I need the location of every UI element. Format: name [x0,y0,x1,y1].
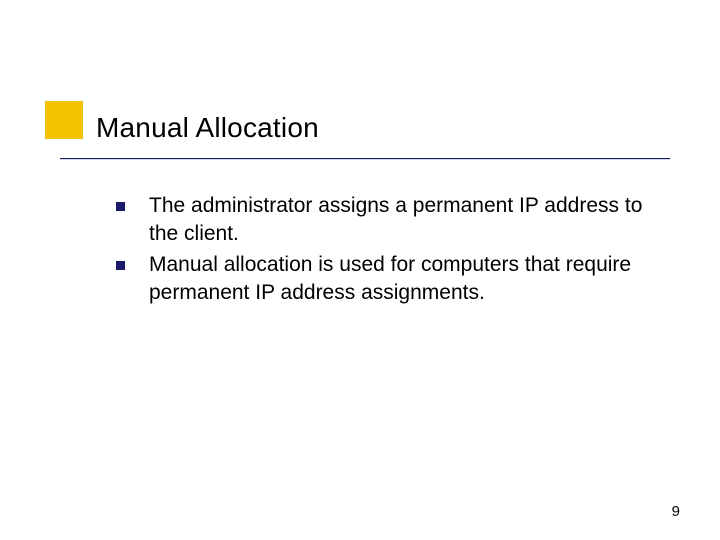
slide-body: The administrator assigns a permanent IP… [116,192,676,311]
accent-block [45,101,83,139]
list-item: Manual allocation is used for computers … [116,251,676,306]
page-number: 9 [672,503,680,520]
bullet-text: The administrator assigns a permanent IP… [149,192,676,247]
square-bullet-icon [116,261,125,270]
bullet-text: Manual allocation is used for computers … [149,251,676,306]
title-underline [60,158,670,160]
slide-title: Manual Allocation [96,112,319,144]
square-bullet-icon [116,202,125,211]
list-item: The administrator assigns a permanent IP… [116,192,676,247]
